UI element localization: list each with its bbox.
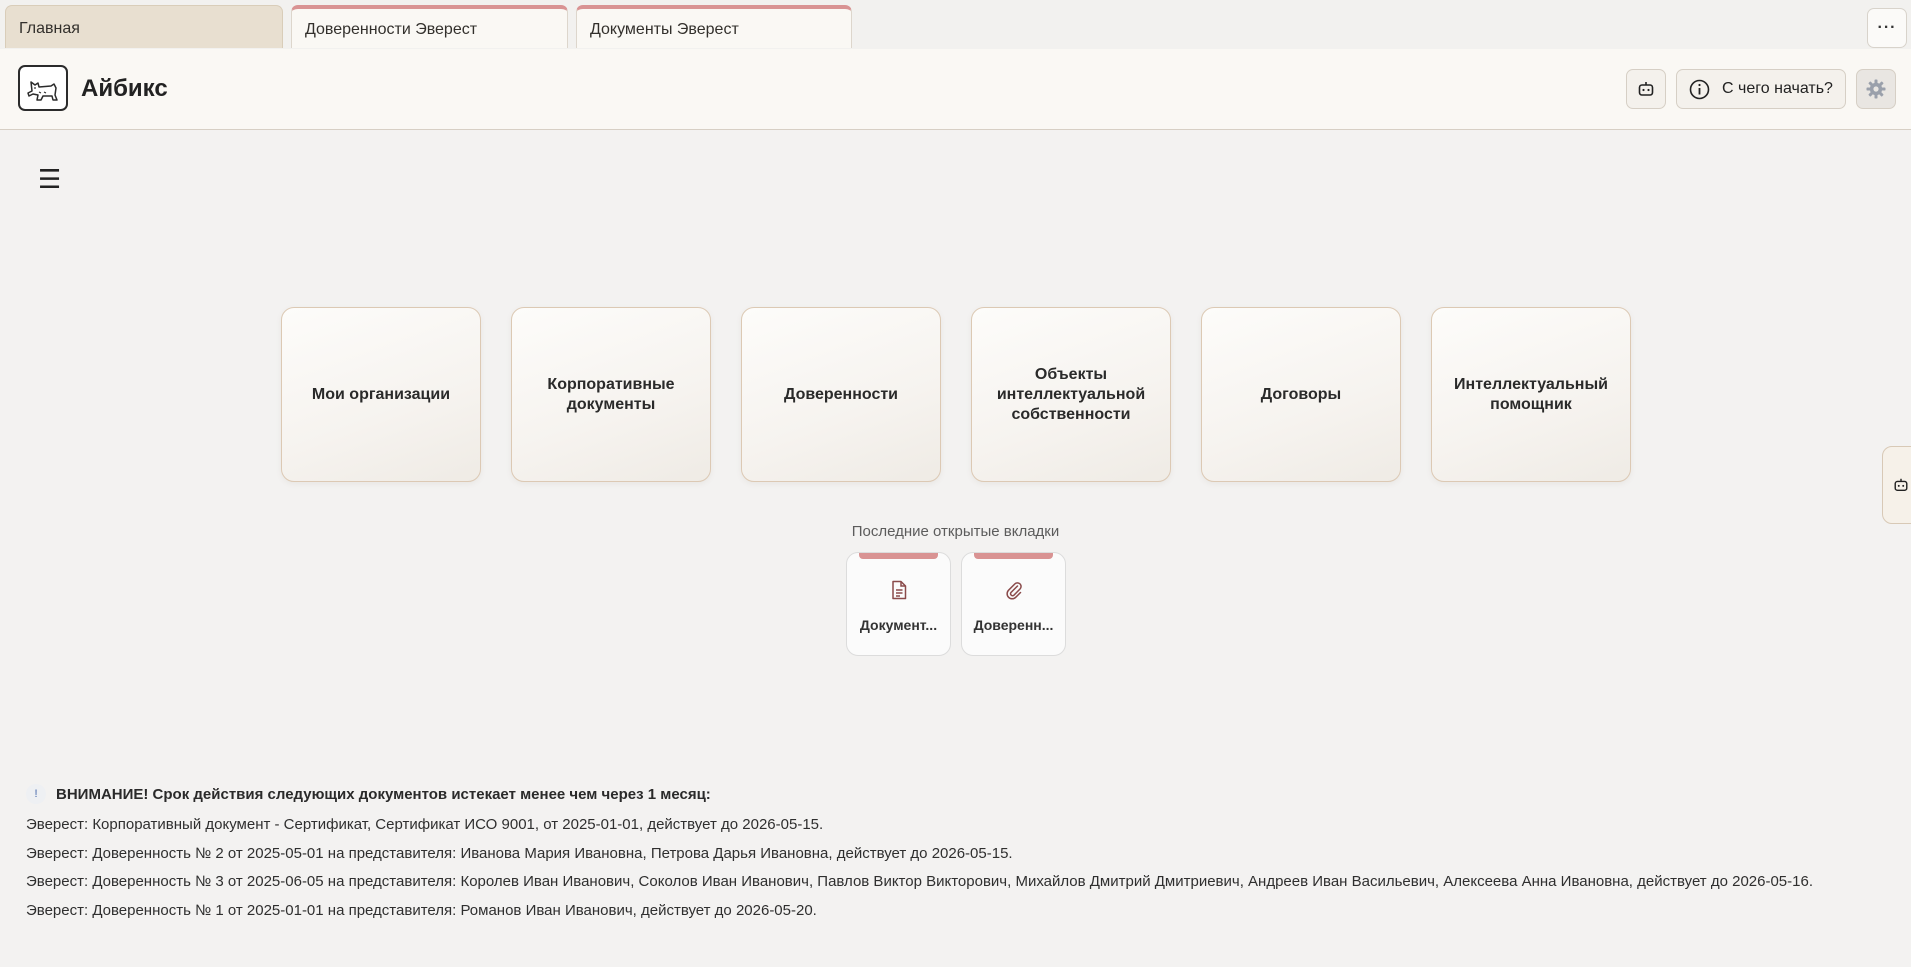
info-icon <box>1689 79 1710 99</box>
recent-tab-accent <box>859 553 938 559</box>
scottie-dog-icon <box>27 81 58 101</box>
tab-everest-documents[interactable]: Документы Эверест <box>576 5 852 48</box>
recent-tabs-title: Последние открытые вкладки <box>851 523 1060 540</box>
recent-tab-label: Документ... <box>859 617 938 633</box>
recent-tab-powers[interactable]: Доверенн... <box>961 552 1066 656</box>
expiry-warning-item: Эверест: Доверенность № 1 от 2025-01-01 … <box>26 902 817 919</box>
card-my-organizations[interactable]: Мои организации <box>281 307 481 482</box>
recent-tab-documents[interactable]: Документ... <box>846 552 951 656</box>
app-header: Айбикс С чего начать? <box>0 49 1911 130</box>
getting-started-button[interactable]: С чего начать? <box>1676 69 1846 109</box>
menu-icon[interactable]: ☰ <box>38 166 61 192</box>
card-powers-of-attorney[interactable]: Доверенности <box>741 307 941 482</box>
expiry-warning-header: ! ВНИМАНИЕ! Срок действия следующих доку… <box>26 784 711 804</box>
tab-strip: Главная Доверенности Эверест Документы Э… <box>0 0 1911 49</box>
expiry-warning-item: Эверест: Корпоративный документ - Сертиф… <box>26 816 824 833</box>
exclamation-icon: ! <box>26 784 46 804</box>
app-title: Айбикс <box>81 75 168 102</box>
expiry-warning-title: ВНИМАНИЕ! Срок действия следующих докуме… <box>56 785 711 803</box>
card-intellectual-property[interactable]: Объекты интеллектуальной собственности <box>971 307 1171 482</box>
robot-icon <box>1894 478 1908 492</box>
settings-button[interactable] <box>1856 69 1896 109</box>
assistant-side-handle[interactable] <box>1882 446 1911 524</box>
expiry-warning-item: Эверест: Доверенность № 3 от 2025-06-05 … <box>26 873 1813 890</box>
document-icon <box>891 580 906 600</box>
app-logo[interactable] <box>18 65 68 111</box>
recent-tab-accent <box>974 553 1053 559</box>
tab-everest-powers[interactable]: Доверенности Эверест <box>291 5 568 48</box>
assistant-button[interactable] <box>1626 69 1666 109</box>
card-contracts[interactable]: Договоры <box>1201 307 1401 482</box>
robot-icon <box>1638 82 1654 96</box>
tabs-more-button[interactable]: ··· <box>1867 8 1907 48</box>
card-corporate-documents[interactable]: Корпоративные документы <box>511 307 711 482</box>
gear-icon <box>1866 79 1886 99</box>
expiry-warning-item: Эверест: Доверенность № 2 от 2025-05-01 … <box>26 845 1013 862</box>
recent-tab-label: Доверенн... <box>973 617 1054 633</box>
card-intelligent-assistant[interactable]: Интеллектуальный помощник <box>1431 307 1631 482</box>
getting-started-label: С чего начать? <box>1722 80 1833 97</box>
tab-home[interactable]: Главная <box>5 5 283 48</box>
paperclip-icon <box>1005 582 1022 600</box>
